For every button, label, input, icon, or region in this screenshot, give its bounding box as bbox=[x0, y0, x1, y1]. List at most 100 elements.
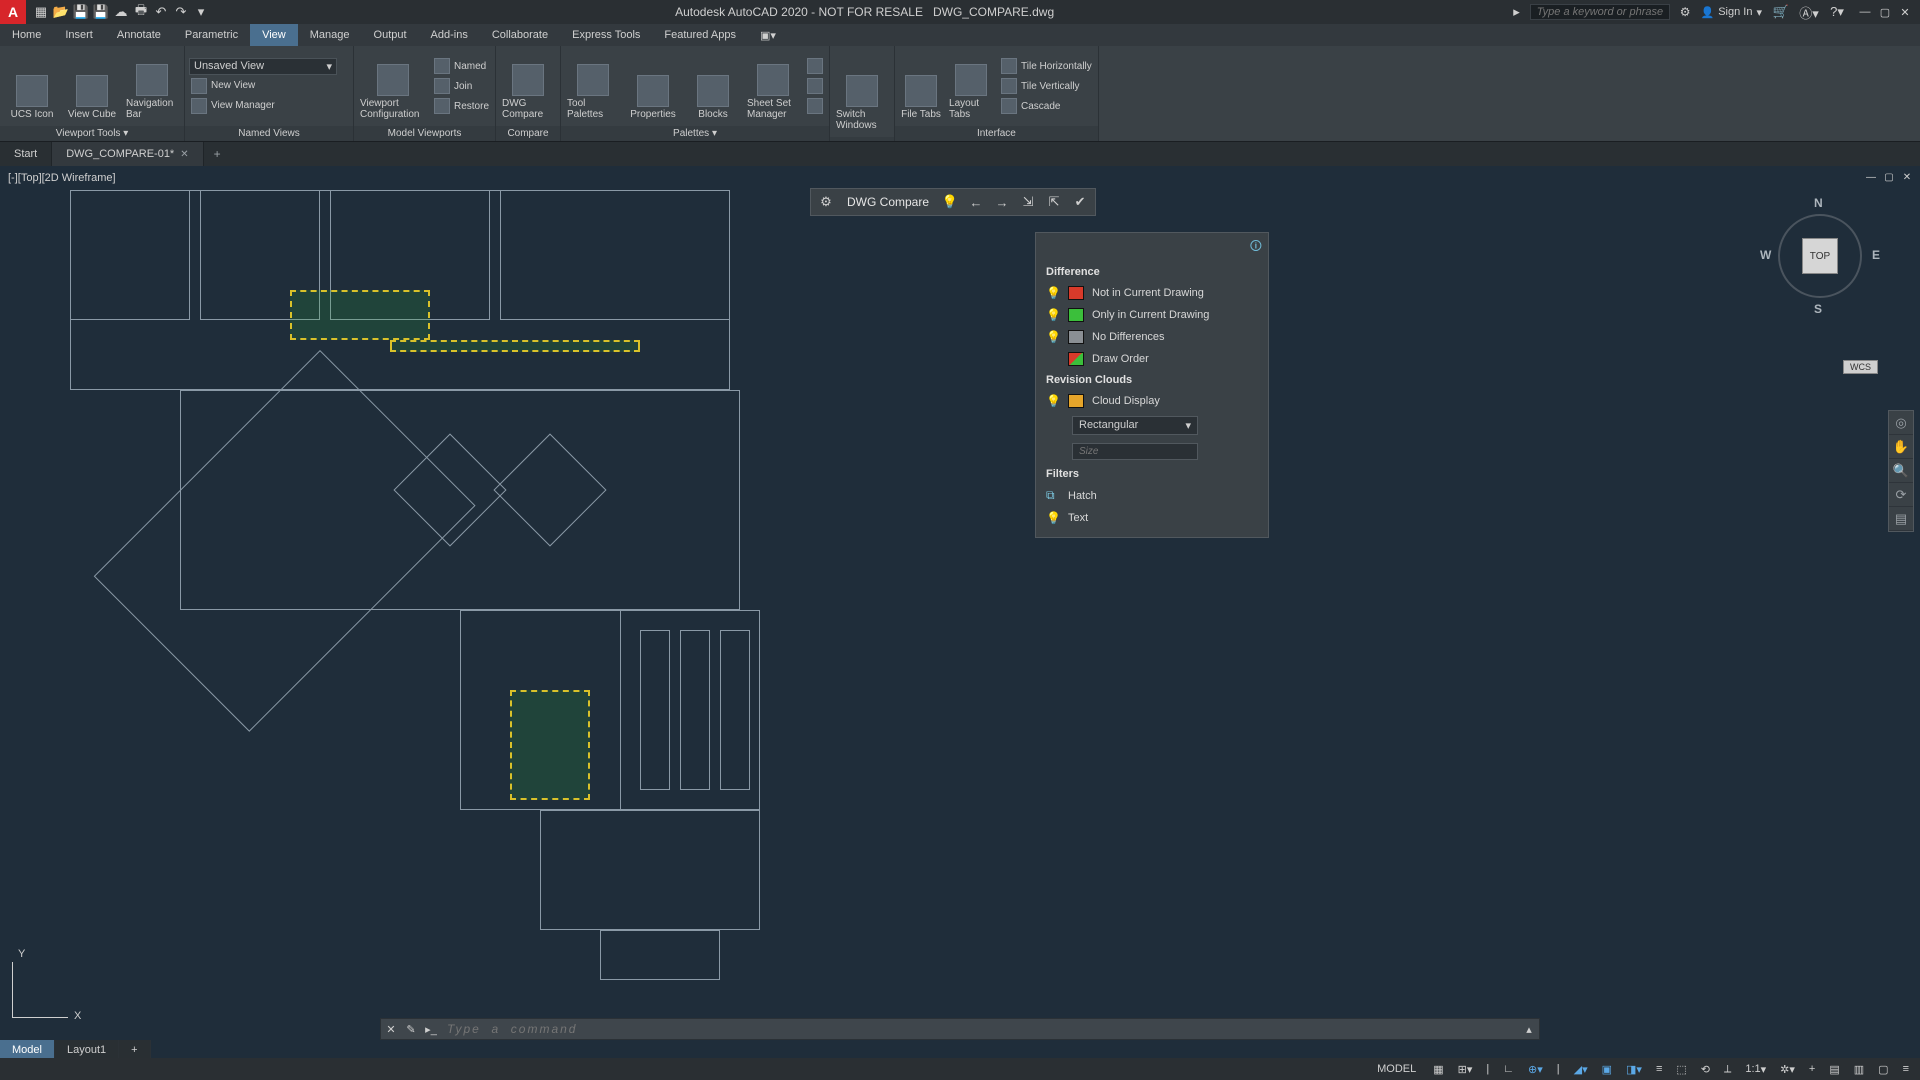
scale-value[interactable]: 1:1▾ bbox=[1740, 1063, 1771, 1076]
tab-home[interactable]: Home bbox=[0, 24, 53, 46]
red-swatch[interactable] bbox=[1068, 286, 1084, 300]
sheetset-button[interactable]: Sheet Set Manager bbox=[745, 50, 801, 122]
tab-collaborate[interactable]: Collaborate bbox=[480, 24, 560, 46]
viewport-label[interactable]: [-][Top][2D Wireframe] bbox=[8, 172, 116, 184]
add-scale-icon[interactable]: + bbox=[1804, 1063, 1820, 1075]
revision-cloud-2[interactable] bbox=[390, 340, 640, 352]
gray-swatch[interactable] bbox=[1068, 330, 1084, 344]
tab-insert[interactable]: Insert bbox=[53, 24, 105, 46]
compare-toggle-icon[interactable]: 💡 bbox=[941, 193, 959, 211]
bulb-icon[interactable]: 💡 bbox=[1046, 286, 1060, 300]
layout-tabs-button[interactable]: Layout Tabs bbox=[947, 50, 995, 122]
isolate-icon[interactable]: ▥ bbox=[1849, 1063, 1869, 1076]
compass-w[interactable]: W bbox=[1760, 248, 1771, 262]
switch-windows-button[interactable]: Switch Windows bbox=[834, 50, 890, 133]
tile-vertically-button[interactable]: Tile Vertically bbox=[999, 77, 1094, 95]
gear-icon[interactable]: ✲▾ bbox=[1775, 1063, 1800, 1076]
palette-small-3[interactable] bbox=[805, 97, 825, 115]
grid-icon[interactable]: ▦ bbox=[1428, 1063, 1448, 1076]
file-tab-add[interactable]: + bbox=[204, 142, 231, 166]
help-icon[interactable]: ?▾ bbox=[1828, 3, 1846, 21]
compare-prev-icon[interactable]: ← bbox=[967, 193, 985, 211]
viewport-maximize[interactable]: ▢ bbox=[1882, 170, 1896, 184]
tab-more-icon[interactable]: ▣▾ bbox=[748, 24, 788, 46]
tile-horizontally-button[interactable]: Tile Horizontally bbox=[999, 57, 1094, 75]
cmdline-close-icon[interactable]: ✕ bbox=[381, 1019, 401, 1039]
view-manager-button[interactable]: View Manager bbox=[189, 97, 349, 115]
tab-manage[interactable]: Manage bbox=[298, 24, 362, 46]
close-icon[interactable]: ✕ bbox=[180, 149, 188, 160]
ucs-icon-button[interactable]: UCS Icon bbox=[4, 50, 60, 122]
plot-icon[interactable]: 🖶 bbox=[132, 3, 150, 21]
redo-icon[interactable]: ↷ bbox=[172, 3, 190, 21]
ucs-icon[interactable]: Y X bbox=[12, 962, 13, 1018]
file-tab-compare[interactable]: DWG_COMPARE-01*✕ bbox=[52, 142, 203, 166]
status-model[interactable]: MODEL bbox=[1372, 1063, 1424, 1075]
compare-next-icon[interactable]: → bbox=[993, 193, 1011, 211]
open-icon[interactable]: 📂 bbox=[52, 3, 70, 21]
compass-s[interactable]: S bbox=[1814, 302, 1822, 316]
compass-e[interactable]: E bbox=[1872, 248, 1880, 262]
drawing-area[interactable]: [-][Top][2D Wireframe] — ▢ ✕ bbox=[0, 166, 1920, 1040]
otrack-icon[interactable]: ◨▾ bbox=[1621, 1063, 1647, 1076]
tool-palettes-button[interactable]: Tool Palettes bbox=[565, 50, 621, 122]
command-input[interactable] bbox=[441, 1022, 1519, 1036]
minimize-button[interactable]: — bbox=[1856, 4, 1874, 20]
cascade-button[interactable]: Cascade bbox=[999, 97, 1094, 115]
new-view-button[interactable]: New View bbox=[189, 77, 349, 95]
file-tab-start[interactable]: Start bbox=[0, 142, 52, 166]
lineweight-icon[interactable]: ≡ bbox=[1651, 1063, 1667, 1075]
tab-output[interactable]: Output bbox=[362, 24, 419, 46]
view-combo[interactable]: Unsaved View▾ bbox=[189, 58, 337, 75]
draworder-swatch[interactable] bbox=[1068, 352, 1084, 366]
row-only-in-current[interactable]: 💡 Only in Current Drawing bbox=[1036, 304, 1268, 326]
orange-swatch[interactable] bbox=[1068, 394, 1084, 408]
compare-import-icon[interactable]: ⇲ bbox=[1019, 193, 1037, 211]
revision-cloud-1[interactable] bbox=[290, 290, 430, 340]
row-text[interactable]: 💡 Text bbox=[1036, 507, 1268, 529]
named-viewports-button[interactable]: Named bbox=[432, 57, 491, 75]
viewcube-button[interactable]: View Cube bbox=[64, 50, 120, 122]
blocks-button[interactable]: Blocks bbox=[685, 50, 741, 122]
layout-tab-layout1[interactable]: Layout1 bbox=[55, 1040, 119, 1060]
tab-view[interactable]: View bbox=[250, 24, 298, 46]
filter-icon2[interactable]: 💡 bbox=[1046, 511, 1060, 525]
clean-icon[interactable]: ▢ bbox=[1873, 1063, 1893, 1076]
compare-export-icon[interactable]: ⇱ bbox=[1045, 193, 1063, 211]
cart-icon[interactable]: 🛒 bbox=[1772, 3, 1790, 21]
nav-pan-icon[interactable]: ✋ bbox=[1889, 435, 1913, 459]
save-icon[interactable]: 💾 bbox=[72, 3, 90, 21]
cmdline-history-icon[interactable]: ▴ bbox=[1519, 1019, 1539, 1039]
properties-button[interactable]: Properties bbox=[625, 50, 681, 122]
search-input[interactable] bbox=[1530, 4, 1670, 20]
nav-showmotion-icon[interactable]: ▤ bbox=[1889, 507, 1913, 531]
restore-button[interactable]: Restore bbox=[432, 97, 491, 115]
cycle-icon[interactable]: ⟲ bbox=[1696, 1063, 1715, 1076]
palette-small-1[interactable] bbox=[805, 57, 825, 75]
bulb-icon2[interactable]: 💡 bbox=[1046, 394, 1060, 408]
viewport-config-button[interactable]: Viewport Configuration bbox=[358, 50, 428, 122]
join-button[interactable]: Join bbox=[432, 77, 491, 95]
panel-palettes[interactable]: Palettes ▾ bbox=[561, 126, 829, 141]
viewcube[interactable]: TOP N S E W bbox=[1760, 196, 1880, 316]
app-exchange-icon[interactable]: Ⓐ▾ bbox=[1800, 3, 1818, 21]
search-icon[interactable]: ▸ bbox=[1513, 4, 1520, 20]
compare-toolbar[interactable]: ⚙ DWG Compare 💡 ← → ⇲ ⇱ ✔ bbox=[810, 188, 1096, 216]
row-not-in-current[interactable]: 💡 Not in Current Drawing bbox=[1036, 282, 1268, 304]
compare-done-icon[interactable]: ✔ bbox=[1071, 193, 1089, 211]
viewcube-top[interactable]: TOP bbox=[1802, 238, 1838, 274]
viewport-minimize[interactable]: — bbox=[1864, 170, 1878, 184]
nav-wheel-icon[interactable]: ◎ bbox=[1889, 411, 1913, 435]
panel-viewport-tools[interactable]: Viewport Tools ▾ bbox=[0, 126, 184, 141]
tab-featured-apps[interactable]: Featured Apps bbox=[652, 24, 748, 46]
row-hatch[interactable]: ⧉ Hatch bbox=[1036, 484, 1268, 507]
green-swatch[interactable] bbox=[1068, 308, 1084, 322]
bulb-icon[interactable]: 💡 bbox=[1046, 308, 1060, 322]
filter-icon[interactable]: ⧉ bbox=[1046, 488, 1060, 503]
ortho-icon[interactable]: ∟ bbox=[1498, 1063, 1519, 1075]
cloud-shape-combo[interactable]: Rectangular▾ bbox=[1072, 416, 1198, 435]
infocenter-icon[interactable]: ⚙ bbox=[1680, 5, 1691, 19]
signin-button[interactable]: 👤 Sign In ▾ bbox=[1701, 6, 1762, 19]
new-icon[interactable]: ▦ bbox=[32, 3, 50, 21]
panel-info-icon[interactable]: 🛈 bbox=[1250, 237, 1262, 258]
